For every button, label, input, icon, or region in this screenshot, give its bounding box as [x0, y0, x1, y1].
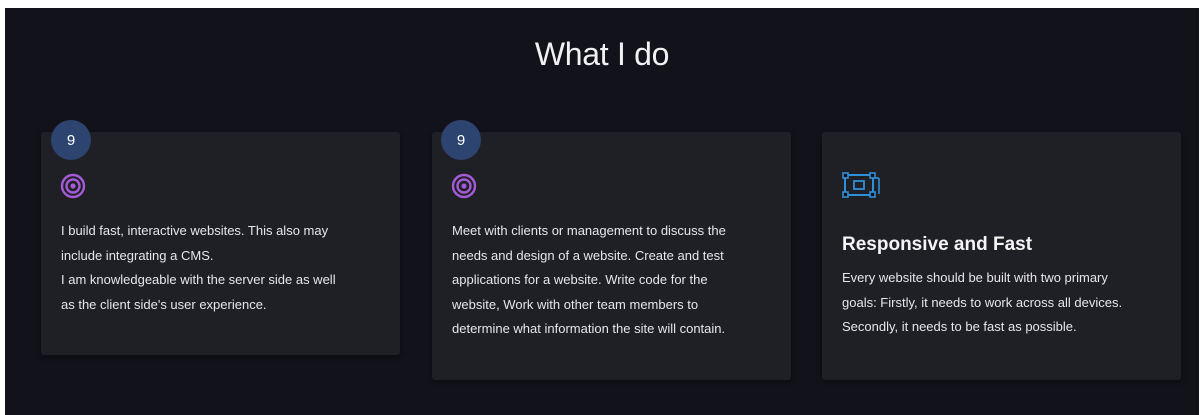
count-badge[interactable]: 9: [441, 120, 481, 160]
responsive-layout-icon: [842, 172, 880, 198]
card-text-line: I am knowledgeable with the server side …: [61, 272, 336, 287]
card-text-line: as the client side's user experience.: [61, 296, 267, 312]
card-text-line: determine what information the site will…: [452, 321, 726, 336]
target-icon: [451, 173, 477, 199]
card-text-line: Secondly, it needs to be fast as possibl…: [842, 319, 1077, 334]
card-heading: Responsive and Fast: [842, 234, 1033, 255]
card-text-line: applications for a website. Write code f…: [452, 272, 708, 287]
card-text-line: Meet with clients or management to discu…: [452, 223, 726, 238]
card-description: I build fast, interactive websites. This…: [61, 219, 391, 317]
card-text-line: Every website should be built with two p…: [842, 270, 1108, 285]
card-description: Every website should be built with two p…: [842, 266, 1172, 340]
card-description: Meet with clients or management to discu…: [452, 219, 772, 342]
card-text-line: website, Work with other team members to: [452, 296, 699, 312]
card-text-line: include integrating a CMS.: [61, 247, 214, 263]
target-icon: [60, 173, 86, 199]
card-text-line: I build fast, interactive websites. This…: [61, 223, 329, 238]
what-i-do-section: What I do 9 I build fast, interactive we…: [5, 8, 1199, 415]
card-text-line: needs and design of a website. Create an…: [452, 247, 724, 263]
count-badge[interactable]: 9: [51, 120, 91, 160]
section-title: What I do: [534, 36, 670, 72]
card-text-line: goals: Firstly, it needs to work across …: [842, 294, 1123, 310]
